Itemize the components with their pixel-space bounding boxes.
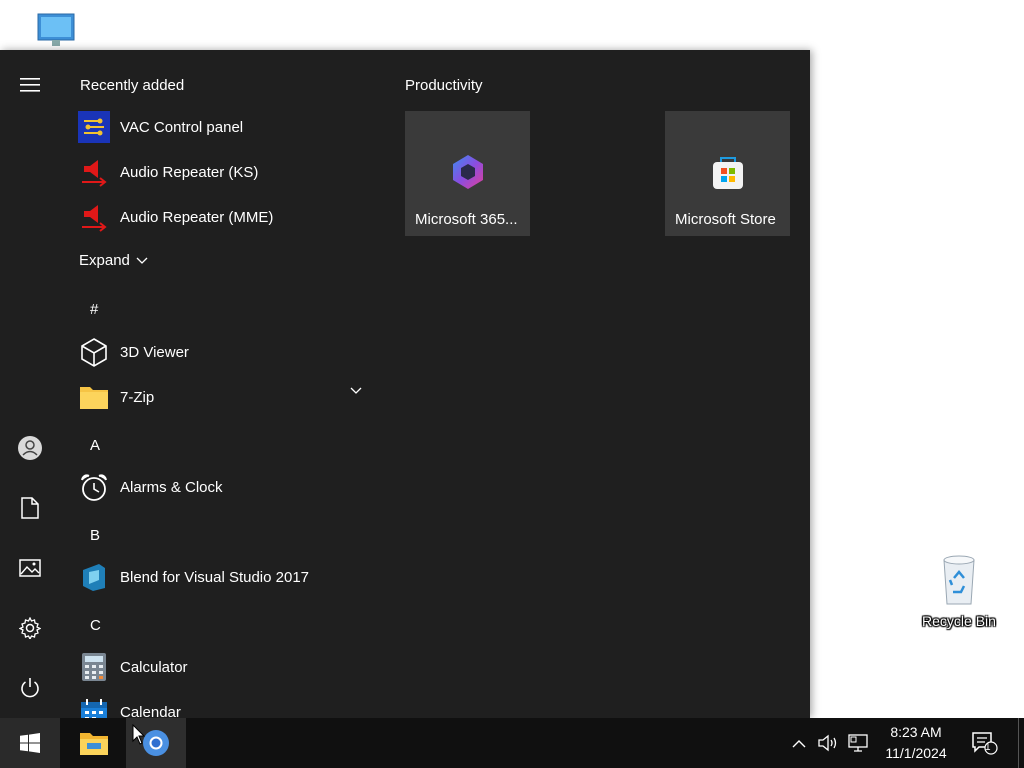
app-calculator[interactable]: Calculator — [72, 645, 382, 689]
volume-button[interactable] — [815, 718, 843, 768]
network-button[interactable] — [845, 718, 873, 768]
app-label: 7-Zip — [120, 388, 155, 406]
clock-date: 11/1/2024 — [885, 745, 947, 761]
letter-header-a[interactable]: A — [90, 437, 100, 454]
calculator-icon — [78, 651, 110, 683]
recently-added-heading: Recently added — [80, 77, 185, 94]
3d-viewer-icon — [78, 336, 110, 368]
file-explorer-icon — [80, 733, 108, 755]
letter-header-b[interactable]: B — [90, 527, 100, 544]
chevron-down-icon[interactable] — [350, 387, 362, 395]
notification-icon — [972, 732, 998, 755]
user-account-button[interactable] — [0, 424, 60, 472]
app-label: Calculator — [120, 658, 188, 676]
document-icon — [21, 497, 39, 519]
settings-button[interactable] — [0, 604, 60, 652]
app-label: VAC Control panel — [120, 118, 244, 136]
start-button[interactable] — [0, 718, 60, 768]
settings-icon — [19, 617, 41, 639]
app-audio-repeater-mme[interactable]: Audio Repeater (MME) — [72, 195, 382, 239]
vac-control-icon — [78, 111, 110, 143]
expand-recently-added-button[interactable]: Expand — [79, 252, 148, 269]
expand-label: Expand — [79, 252, 130, 269]
mouse-cursor-icon — [132, 724, 146, 745]
app-label: Audio Repeater (MME) — [120, 208, 274, 226]
app-blend-visual-studio[interactable]: Blend for Visual Studio 2017 — [72, 555, 382, 599]
letter-header-c[interactable]: C — [90, 617, 101, 634]
calendar-icon — [78, 696, 110, 718]
show-desktop-button[interactable] — [1018, 718, 1024, 768]
blend-icon — [78, 561, 110, 593]
power-icon — [21, 678, 39, 698]
documents-button[interactable] — [0, 484, 60, 532]
tiles-area: Productivity Microsoft 365... Microsoft … — [395, 50, 810, 718]
start-rail — [0, 50, 60, 718]
all-apps-list: Recently added VAC Control panel Audio R… — [60, 50, 395, 718]
app-audio-repeater-ks[interactable]: Audio Repeater (KS) — [72, 150, 382, 194]
app-label: Calendar — [120, 703, 181, 719]
user-icon — [18, 436, 42, 460]
microsoft-365-icon — [453, 155, 483, 189]
app-label: 3D Viewer — [120, 343, 189, 361]
app-3d-viewer[interactable]: 3D Viewer — [72, 330, 382, 374]
hamburger-menu-button[interactable] — [0, 61, 60, 109]
taskbar-file-explorer[interactable] — [64, 718, 124, 768]
recycle-bin-label: Recycle Bin — [922, 613, 996, 629]
chrome-icon — [143, 730, 169, 756]
action-center-button[interactable]: 1 — [966, 718, 1002, 768]
clock-button[interactable]: 8:23 AM 11/1/2024 — [876, 722, 956, 764]
app-vac-control-panel[interactable]: VAC Control panel — [72, 105, 382, 149]
app-label: Alarms & Clock — [120, 478, 223, 496]
network-icon — [848, 734, 868, 752]
tile-label: Microsoft 365... — [415, 211, 518, 228]
tile-label: Microsoft Store — [675, 211, 776, 228]
microsoft-store-icon — [713, 157, 743, 189]
show-hidden-icons-button[interactable] — [786, 718, 812, 768]
recycle-bin-desktop-icon[interactable]: Recycle Bin — [916, 552, 1002, 629]
clock-time: 8:23 AM — [890, 724, 942, 740]
menu-icon — [20, 78, 40, 92]
folder-icon — [78, 381, 110, 413]
pictures-button[interactable] — [0, 544, 60, 592]
app-label: Blend for Visual Studio 2017 — [120, 568, 310, 586]
app-label: Audio Repeater (KS) — [120, 163, 259, 181]
app-7-zip[interactable]: 7-Zip — [72, 375, 382, 419]
tile-group-title[interactable]: Productivity — [405, 77, 483, 94]
speaker-icon — [818, 734, 837, 752]
notification-count-badge: 1 — [985, 742, 991, 753]
tile-microsoft-store[interactable]: Microsoft Store — [665, 111, 790, 236]
app-calendar[interactable]: Calendar — [72, 690, 382, 718]
app-alarms-clock[interactable]: Alarms & Clock — [72, 465, 382, 509]
start-menu: Recently added VAC Control panel Audio R… — [0, 50, 810, 718]
alarm-clock-icon — [78, 471, 110, 503]
letter-header-hash[interactable]: # — [90, 301, 98, 318]
chevron-up-icon — [792, 739, 806, 747]
chevron-down-icon — [136, 257, 148, 264]
audio-repeater-icon — [78, 156, 110, 188]
audio-repeater-icon — [78, 201, 110, 233]
windows-logo-icon — [20, 733, 40, 753]
recycle-bin-icon — [943, 555, 975, 605]
taskbar: 8:23 AM 11/1/2024 1 — [0, 718, 1024, 768]
this-pc-desktop-icon[interactable] — [34, 12, 78, 52]
pictures-icon — [19, 559, 41, 577]
power-button[interactable] — [0, 664, 60, 712]
tile-microsoft-365[interactable]: Microsoft 365... — [405, 111, 530, 236]
